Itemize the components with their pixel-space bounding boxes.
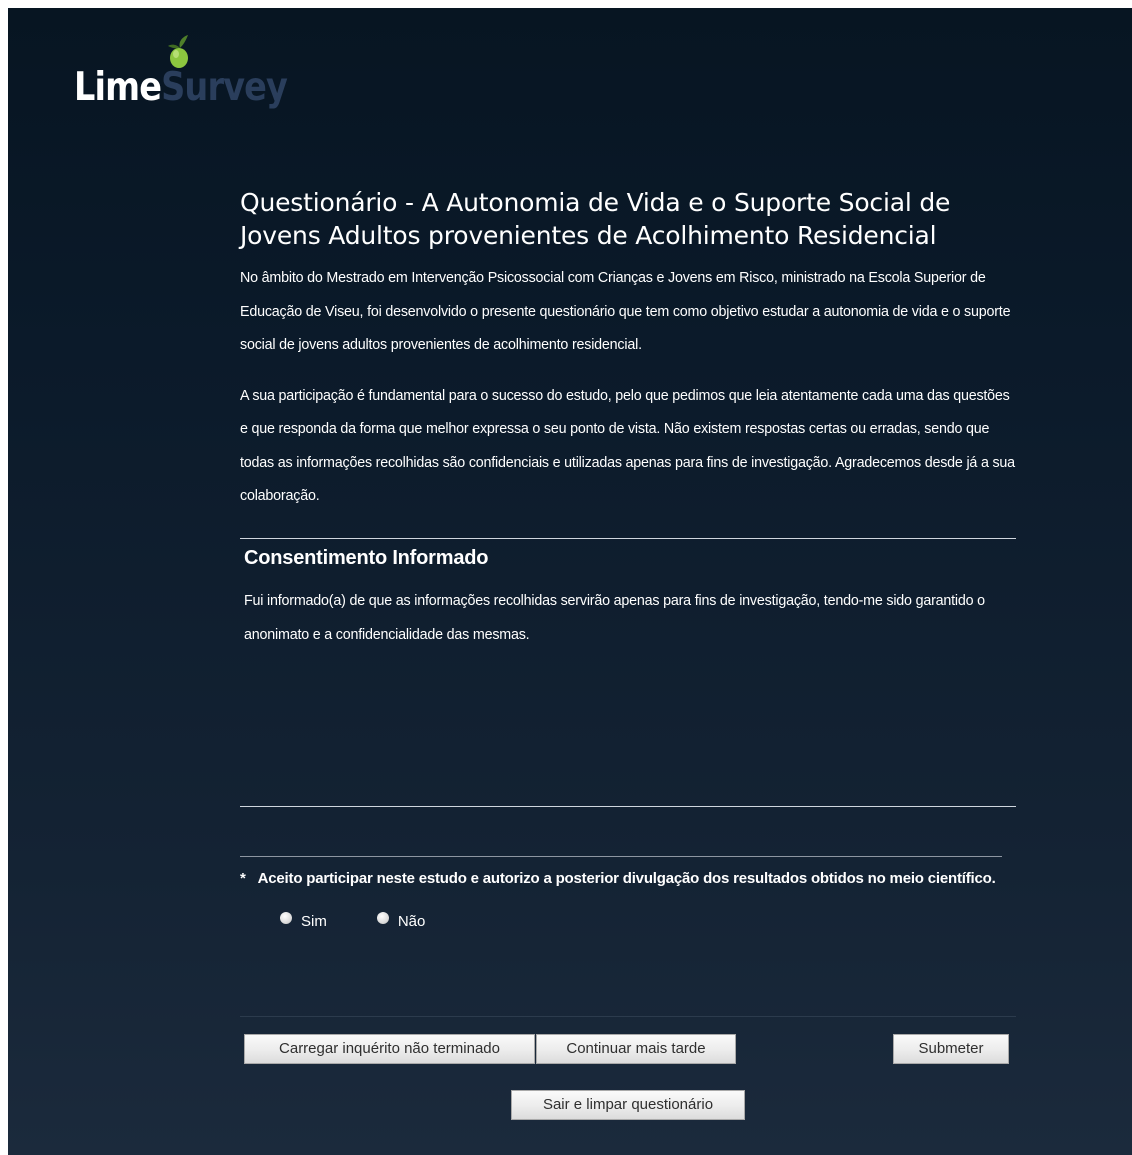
radio-option-sim[interactable]: Sim [280,911,327,930]
radio-button-sim[interactable] [280,911,292,924]
load-unfinished-button[interactable]: Carregar inquérito não terminado [244,1034,535,1064]
survey-title: Questionário - A Autonomia de Vida e o S… [240,188,951,250]
survey-description: No âmbito do Mestrado em Intervenção Psi… [240,262,1016,514]
group-title: Consentimento Informado [244,546,489,569]
group-bottom-divider [240,806,1016,807]
navigation-divider [240,1016,1016,1017]
answer-options: Sim Não [280,911,1016,930]
continue-later-button[interactable]: Continuar mais tarde [536,1034,736,1064]
consent-question: * Aceito participar neste estudo e autori… [240,862,1016,930]
question-text: * Aceito participar neste estudo e autori… [240,862,1016,895]
description-paragraph: No âmbito do Mestrado em Intervenção Psi… [240,270,1011,353]
radio-button-nao[interactable] [376,911,389,924]
logo-wordmark: LimeSurvey [74,65,288,110]
group-description: Fui informado(a) de que as informações r… [244,592,985,643]
radio-label-sim: Sim [301,913,327,930]
survey-content: Questionário - A Autonomia de Vida e o S… [240,186,1016,1120]
group-top-divider [240,537,1016,539]
radio-option-nao[interactable]: Não [376,911,426,930]
submit-button[interactable]: Submeter [893,1034,1009,1064]
radio-label-nao: Não [397,913,426,930]
question-divider [240,856,1002,857]
mandatory-asterisk: * [240,870,246,887]
description-paragraph: A sua participação é fundamental para o … [240,387,1015,505]
question-label: Aceito participar neste estudo e autoriz… [257,870,996,887]
exit-clear-button[interactable]: Sair e limpar questionário [511,1090,745,1120]
survey-page: LimeSurvey Questionário - A Autonomia de… [8,8,1132,1155]
limesurvey-logo: LimeSurvey [74,30,314,120]
